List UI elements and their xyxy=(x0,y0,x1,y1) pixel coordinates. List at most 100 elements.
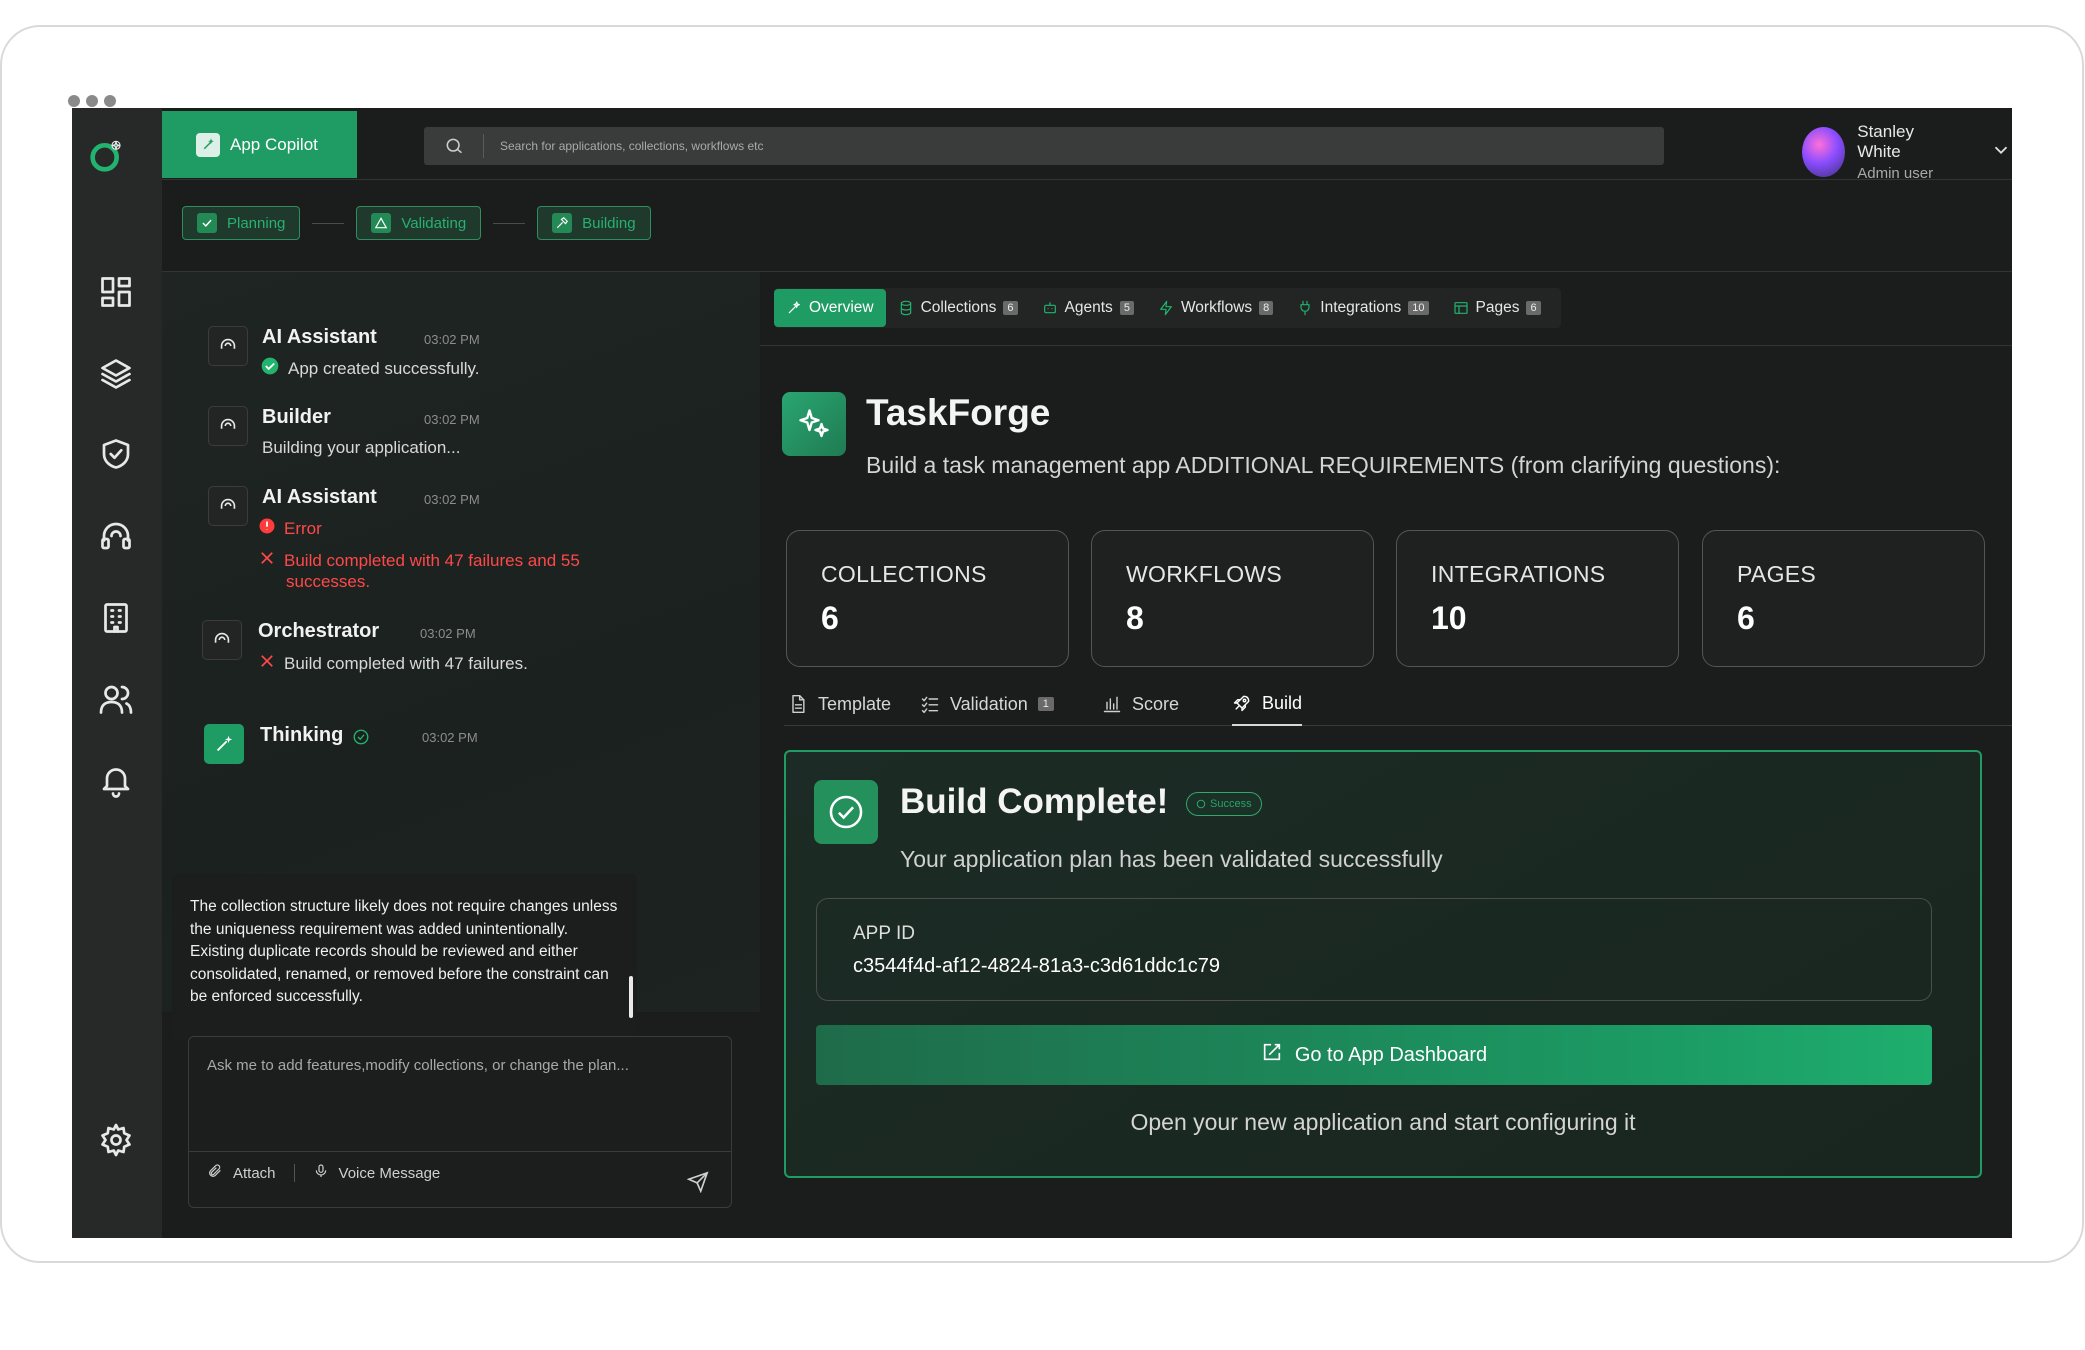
check-circle-icon xyxy=(814,780,878,844)
message-time: 03:02 PM xyxy=(424,492,480,507)
stat-card-workflows[interactable]: WORKFLOWS 8 xyxy=(1091,530,1374,667)
message-author: AI Assistant xyxy=(262,486,377,508)
badge-label: Success xyxy=(1210,798,1252,810)
message-time: 03:02 PM xyxy=(424,332,480,347)
stat-card-pages[interactable]: PAGES 6 xyxy=(1702,530,1985,667)
app-id-value[interactable]: c3544f4d-af12-4824-81a3-c3d61ddc1c79 xyxy=(853,955,1895,978)
stat-value: 6 xyxy=(821,600,839,636)
bell-icon[interactable] xyxy=(96,760,136,800)
app-copilot-tab[interactable]: App Copilot xyxy=(162,111,357,178)
stat-card-collections[interactable]: COLLECTIONS 6 xyxy=(786,530,1069,667)
verified-icon xyxy=(352,728,370,751)
step-building[interactable]: Building xyxy=(537,206,651,240)
tab-pages[interactable]: Pages 6 xyxy=(1441,289,1553,327)
hammer-icon xyxy=(552,213,573,233)
step-planning[interactable]: Planning xyxy=(182,206,301,240)
build-footer-text: Open your new application and start conf… xyxy=(1130,1109,1636,1135)
build-title: Build Complete! xyxy=(900,782,1169,821)
tab-validation[interactable]: Validation 1 xyxy=(920,682,1054,726)
headset-icon[interactable] xyxy=(96,516,136,556)
tab-label: Overview xyxy=(809,299,874,316)
stat-label: PAGES xyxy=(1737,561,1817,587)
tab-label: Build xyxy=(1262,692,1303,713)
layers-icon[interactable] xyxy=(96,354,136,394)
tab-overview[interactable]: Overview xyxy=(774,289,886,327)
chat-input[interactable] xyxy=(189,1037,731,1152)
thinking-text: The collection structure likely does not… xyxy=(190,898,618,1005)
tab-label: Agents xyxy=(1064,299,1113,316)
external-edit-icon xyxy=(1261,1041,1283,1069)
window-dots xyxy=(68,95,116,107)
headset-icon xyxy=(208,406,248,446)
message-text: Build completed with 47 failures. xyxy=(284,653,528,673)
message-time: 03:02 PM xyxy=(424,412,480,427)
message-author: Builder xyxy=(262,406,331,428)
step-validating[interactable]: Validating xyxy=(356,206,482,240)
tab-build[interactable]: Build xyxy=(1232,682,1303,726)
tab-collections[interactable]: Collections 6 xyxy=(886,289,1030,327)
x-icon xyxy=(258,549,276,572)
tab-count: 6 xyxy=(1526,301,1541,315)
dashboard-icon[interactable] xyxy=(96,272,136,312)
build-complete-card: Build Complete! Success Your application… xyxy=(784,750,1982,1178)
app-title: TaskForge xyxy=(866,392,1051,433)
robot-icon xyxy=(1043,302,1056,314)
chevron-down-icon[interactable] xyxy=(1990,139,2012,166)
logo-icon[interactable] xyxy=(88,138,142,192)
error-status: Error xyxy=(284,518,322,538)
status-badge: Success xyxy=(1186,792,1262,816)
tab-count: 10 xyxy=(1408,301,1429,315)
rocket-icon xyxy=(1233,695,1250,712)
building-icon[interactable] xyxy=(96,598,136,638)
search-bar xyxy=(424,127,1664,165)
tab-agents[interactable]: Agents 5 xyxy=(1030,289,1146,327)
build-subtitle: Your application plan has been validated… xyxy=(900,846,1443,872)
step-connector xyxy=(312,222,345,224)
tab-integrations[interactable]: Integrations 10 xyxy=(1285,289,1440,327)
stat-card-integrations[interactable]: INTEGRATIONS 10 xyxy=(1396,530,1679,667)
scrollbar-thumb[interactable] xyxy=(629,976,633,1018)
step-label: Planning xyxy=(227,214,286,232)
message-author: AI Assistant xyxy=(262,326,377,348)
check-icon xyxy=(197,213,217,233)
tab-template[interactable]: Template xyxy=(788,682,891,726)
send-icon[interactable] xyxy=(686,1171,709,1198)
top-bar: App Copilot Stanley White Admin user xyxy=(162,108,2012,182)
stat-label: WORKFLOWS xyxy=(1126,561,1283,587)
message-text: successes. xyxy=(286,572,371,591)
divider xyxy=(293,1164,295,1182)
message-time: 03:02 PM xyxy=(422,730,478,745)
user-role: Admin user xyxy=(1857,165,1934,182)
attach-button[interactable]: Attach xyxy=(207,1163,276,1183)
settings-icon[interactable] xyxy=(96,1120,136,1160)
tab-count: 1 xyxy=(1037,697,1054,711)
stat-value: 8 xyxy=(1126,600,1144,636)
headset-icon xyxy=(202,620,242,660)
go-to-dashboard-button[interactable]: Go to App Dashboard xyxy=(816,1025,1932,1085)
overview-tabs: Overview Collections 6 Agents 5 Workflow… xyxy=(774,288,1561,328)
thinking-content: The collection structure likely does not… xyxy=(172,874,637,1039)
users-icon[interactable] xyxy=(96,679,136,719)
attach-label: Attach xyxy=(233,1164,276,1182)
stat-value: 10 xyxy=(1431,600,1467,636)
checklist-icon xyxy=(921,696,939,714)
divider xyxy=(760,345,2012,346)
tab-workflows[interactable]: Workflows 8 xyxy=(1146,289,1285,327)
shield-check-icon[interactable] xyxy=(96,434,136,474)
message-text: App created successfully. xyxy=(288,358,480,378)
tab-score[interactable]: Score xyxy=(1102,682,1179,726)
document-icon xyxy=(792,694,805,714)
app-root: App Copilot Stanley White Admin user Pla… xyxy=(72,108,2012,1238)
plug-icon xyxy=(1300,300,1310,316)
voice-message-button[interactable]: Voice Message xyxy=(313,1163,440,1183)
warning-icon xyxy=(371,213,392,233)
user-menu[interactable]: Stanley White Admin user xyxy=(1802,122,2012,182)
headset-icon xyxy=(208,326,248,366)
app-description: Build a task management app ADDITIONAL R… xyxy=(866,452,1781,478)
search-input[interactable] xyxy=(484,139,1584,153)
database-icon xyxy=(900,300,911,316)
tab-count: 5 xyxy=(1119,301,1134,315)
app-id-label: APP ID xyxy=(853,923,915,944)
stat-label: INTEGRATIONS xyxy=(1431,561,1606,587)
microphone-icon xyxy=(313,1163,329,1183)
